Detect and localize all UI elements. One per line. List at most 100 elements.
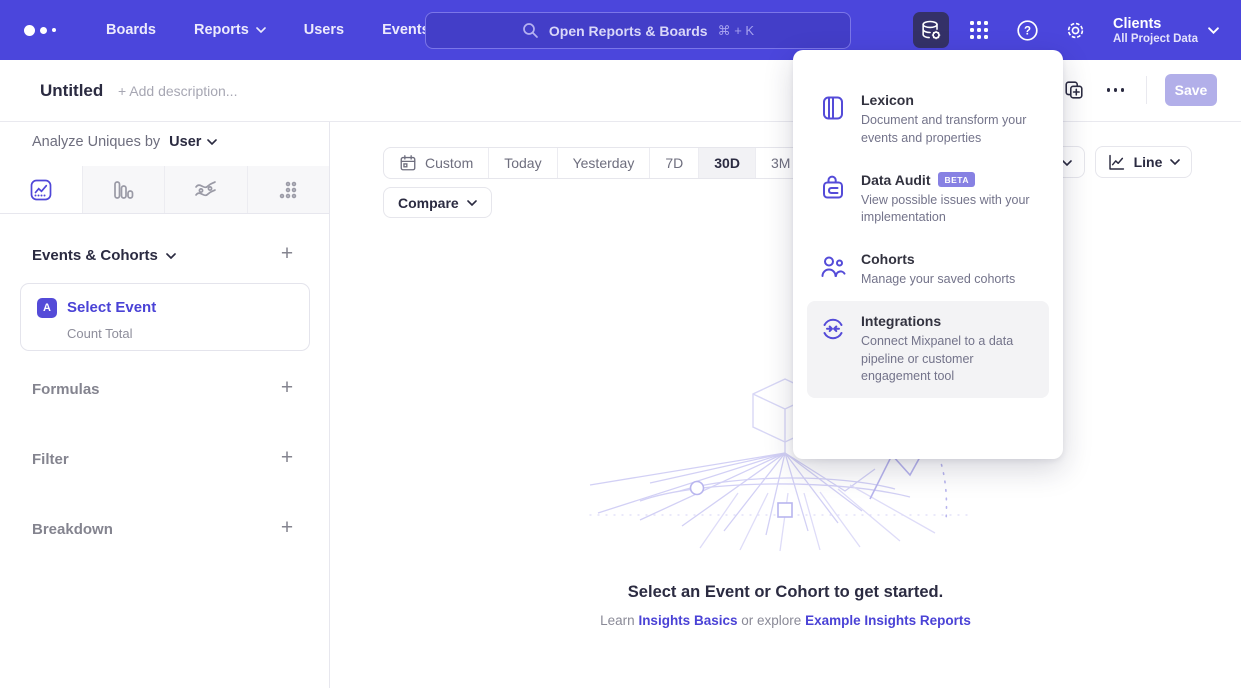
search-icon	[522, 22, 539, 39]
add-breakdown-button[interactable]: +	[278, 520, 296, 538]
duplicate-icon[interactable]	[1063, 79, 1085, 101]
project-switcher[interactable]: Clients All Project Data	[1113, 15, 1219, 45]
chevron-down-icon	[256, 27, 266, 33]
filter-label: Filter	[32, 451, 69, 468]
chart-style-dropdown[interactable]: Line	[1095, 146, 1192, 178]
date-range-7d[interactable]: 7D	[650, 148, 699, 178]
date-range-label: 7D	[665, 155, 683, 171]
date-range-control: Custom Today Yesterday 7D 30D 3M 6M	[383, 147, 857, 179]
query-builder-sidebar: Analyze Uniques by User	[0, 122, 330, 688]
chevron-down-icon	[467, 200, 477, 206]
compare-dropdown[interactable]: Compare	[383, 187, 492, 218]
events-cohorts-header[interactable]: Events & Cohorts	[32, 247, 176, 264]
menu-item-lexicon[interactable]: Lexicon Document and transform your even…	[807, 80, 1049, 160]
database-gear-icon	[919, 18, 943, 42]
integrations-sync-icon	[819, 315, 847, 343]
empty-state-title: Select an Event or Cohort to get started…	[330, 583, 1241, 602]
question-circle-icon: ?	[1016, 19, 1039, 42]
tab-insights-line[interactable]	[0, 166, 83, 213]
line-chart-tab-icon	[29, 178, 53, 202]
data-audit-icon	[819, 174, 847, 202]
help-button[interactable]: ?	[1009, 12, 1045, 48]
date-range-yesterday[interactable]: Yesterday	[558, 148, 651, 178]
nav-item-reports[interactable]: Reports	[194, 22, 266, 38]
date-range-label: Today	[504, 155, 541, 171]
tab-bar-chart[interactable]	[83, 166, 166, 213]
chart-type-tabs	[0, 166, 329, 214]
date-range-custom[interactable]: Custom	[384, 148, 489, 178]
count-total-label[interactable]: Count Total	[67, 326, 133, 341]
menu-item-data-audit[interactable]: Data Audit BETA View possible issues wit…	[807, 160, 1049, 240]
nav-item-events[interactable]: Events	[382, 22, 430, 38]
tab-flow-chart[interactable]	[165, 166, 248, 213]
mixpanel-logo-icon[interactable]	[24, 25, 70, 36]
tab-metrics[interactable]	[248, 166, 330, 213]
search-shortcut: ⌘ + K	[718, 23, 755, 39]
date-range-label: 30D	[714, 155, 740, 171]
report-title[interactable]: Untitled	[40, 81, 103, 101]
menu-item-description: View possible issues with your implement…	[861, 192, 1039, 228]
menu-item-title: Lexicon	[861, 92, 914, 108]
nav-label: Boards	[106, 22, 156, 38]
metrics-tab-icon	[276, 178, 300, 202]
chevron-down-icon	[207, 139, 217, 145]
example-reports-link[interactable]: Example Insights Reports	[805, 613, 971, 628]
search-placeholder: Open Reports & Boards	[549, 23, 708, 39]
gear-icon	[1064, 19, 1087, 42]
apps-grid-button[interactable]	[961, 12, 997, 48]
events-cohorts-label: Events & Cohorts	[32, 247, 158, 264]
compare-label: Compare	[398, 195, 459, 211]
grid-icon	[970, 21, 989, 40]
chevron-down-icon	[1170, 159, 1180, 165]
beta-badge: BETA	[938, 172, 975, 187]
date-range-30d-selected[interactable]: 30D	[699, 148, 756, 178]
bar-chart-tab-icon	[111, 178, 135, 202]
calendar-icon	[399, 154, 417, 172]
chevron-down-icon	[1062, 160, 1072, 166]
nav-label: Events	[382, 22, 430, 38]
line-chart-icon	[1107, 153, 1126, 172]
select-event-label[interactable]: Select Event	[67, 299, 156, 316]
date-range-label: Yesterday	[573, 155, 635, 171]
project-subtitle: All Project Data	[1113, 33, 1198, 45]
analyze-by-value: User	[169, 134, 201, 150]
nav-label: Users	[304, 22, 344, 38]
menu-item-title: Integrations	[861, 313, 941, 329]
settings-button[interactable]	[1057, 12, 1093, 48]
lexicon-book-icon	[819, 94, 847, 122]
date-range-today[interactable]: Today	[489, 148, 557, 178]
date-range-label: Custom	[425, 155, 473, 171]
menu-item-description: Document and transform your events and p…	[861, 112, 1039, 148]
add-formula-button[interactable]: +	[278, 380, 296, 398]
data-management-button[interactable]	[913, 12, 949, 48]
date-range-label: 3M	[771, 155, 790, 171]
add-filter-button[interactable]: +	[278, 450, 296, 468]
chart-style-label: Line	[1134, 154, 1163, 170]
formulas-label: Formulas	[32, 381, 100, 398]
event-row[interactable]: A Select Event Count Total	[20, 283, 310, 351]
event-letter-badge: A	[37, 298, 57, 318]
chevron-down-icon	[166, 253, 176, 259]
nav-item-boards[interactable]: Boards	[106, 22, 156, 38]
data-management-menu: Lexicon Document and transform your even…	[793, 50, 1063, 459]
analyze-by-dropdown[interactable]: User	[169, 134, 217, 150]
svg-text:?: ?	[1023, 25, 1030, 37]
empty-state-subtitle: Learn Insights Basics or explore Example…	[330, 613, 1241, 628]
menu-item-integrations[interactable]: Integrations Connect Mixpanel to a data …	[807, 301, 1049, 398]
divider	[1146, 76, 1147, 104]
global-search-input[interactable]: Open Reports & Boards ⌘ + K	[425, 12, 851, 49]
menu-item-cohorts[interactable]: Cohorts Manage your saved cohorts	[807, 239, 1049, 301]
chevron-down-icon	[1208, 27, 1219, 34]
save-button[interactable]: Save	[1165, 74, 1217, 106]
subtitle-text: or explore	[741, 613, 801, 628]
analyze-label: Analyze Uniques by	[32, 134, 160, 150]
insights-basics-link[interactable]: Insights Basics	[638, 613, 737, 628]
cohorts-people-icon	[819, 253, 847, 281]
menu-item-description: Manage your saved cohorts	[861, 271, 1015, 289]
report-description-input[interactable]: + Add description...	[118, 83, 237, 99]
nav-label: Reports	[194, 22, 249, 38]
more-options-button[interactable]	[1103, 84, 1129, 96]
add-event-button[interactable]: +	[278, 246, 296, 264]
nav-item-users[interactable]: Users	[304, 22, 344, 38]
flow-tab-icon	[193, 178, 218, 202]
